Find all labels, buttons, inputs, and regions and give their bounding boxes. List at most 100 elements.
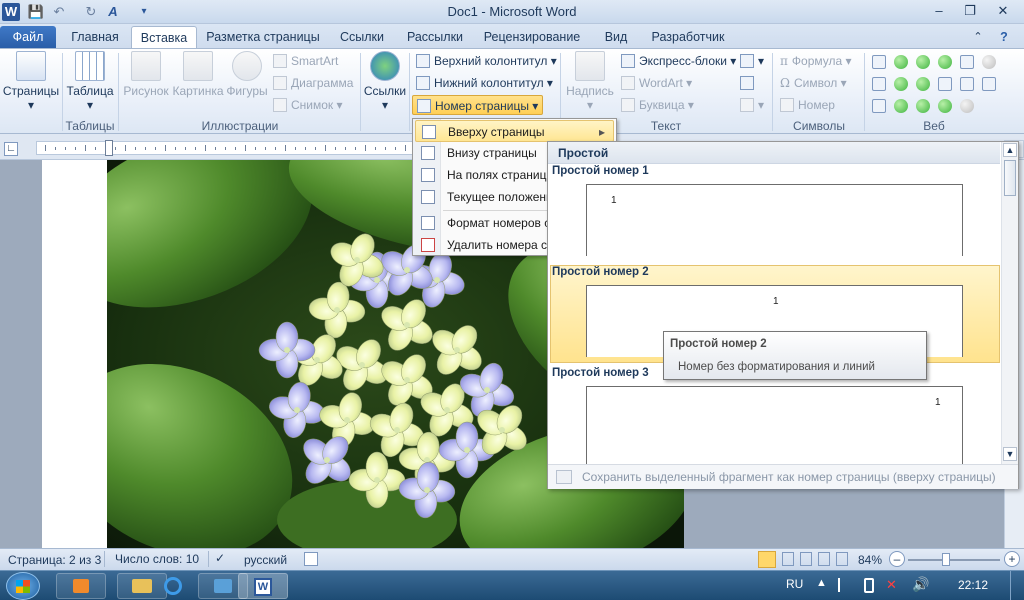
- zoom-out-button[interactable]: –: [889, 551, 905, 567]
- battery-icon[interactable]: [864, 578, 874, 593]
- screenshot-button[interactable]: Снимок ▾: [273, 95, 343, 115]
- quickparts-button[interactable]: Экспресс-блоки ▾: [621, 51, 736, 71]
- close-button[interactable]: ✕: [990, 2, 1016, 20]
- group-separator: [62, 53, 63, 131]
- zoom-in-button[interactable]: +: [1004, 551, 1020, 567]
- indent-marker[interactable]: [105, 140, 113, 156]
- ie-taskbar-icon[interactable]: [148, 573, 198, 599]
- show-hidden-icons[interactable]: ▲: [816, 577, 827, 589]
- header-button[interactable]: Верхний колонтитул ▾: [416, 51, 557, 71]
- tab-mailings[interactable]: Рассылки: [400, 26, 470, 48]
- pages-button[interactable]: Страницы ▾: [2, 51, 60, 112]
- page-number-icon: [417, 99, 431, 113]
- ruler-tick: [325, 145, 326, 151]
- print-layout-icon[interactable]: [758, 551, 776, 568]
- signature-line-icon[interactable]: ▾: [740, 51, 764, 71]
- media-player-taskbar-icon[interactable]: [56, 573, 106, 599]
- minimize-button[interactable]: –: [926, 2, 952, 20]
- web-control-icon[interactable]: [894, 99, 908, 113]
- web-control-icon[interactable]: [938, 55, 952, 69]
- scroll-thumb[interactable]: [1004, 160, 1016, 196]
- hash-icon: [780, 98, 794, 112]
- zoom-level[interactable]: 84%: [858, 553, 882, 567]
- web-control-icon[interactable]: [960, 55, 974, 69]
- network-status-icon[interactable]: ✕: [886, 577, 897, 593]
- web-control-icon[interactable]: [894, 77, 908, 91]
- help-icon[interactable]: ?: [994, 26, 1014, 48]
- datetime-icon[interactable]: [740, 73, 758, 93]
- zoom-slider[interactable]: [908, 559, 1000, 561]
- menu-item-label: Текущее положение: [447, 190, 560, 204]
- page-count-status[interactable]: Страница: 2 из 3: [8, 553, 101, 567]
- draft-icon[interactable]: [836, 552, 848, 566]
- gallery-item-plain-number-3[interactable]: 1: [586, 386, 963, 464]
- floret-center: [394, 427, 400, 433]
- web-control-icon[interactable]: [982, 77, 996, 91]
- picture-button[interactable]: Рисунок: [122, 51, 170, 98]
- web-control-icon[interactable]: [872, 99, 886, 113]
- textbox-button[interactable]: Надпись ▾: [564, 51, 616, 112]
- tab-view[interactable]: Вид: [596, 26, 636, 48]
- tab-references[interactable]: Ссылки: [334, 26, 390, 48]
- web-control-icon[interactable]: [872, 55, 886, 69]
- smartart-button[interactable]: SmartArt: [273, 51, 338, 71]
- links-button[interactable]: Ссылки ▾: [363, 51, 407, 112]
- tab-selector-icon[interactable]: ∟: [4, 142, 18, 156]
- language-status[interactable]: русский: [244, 553, 287, 567]
- volume-icon[interactable]: 🔊: [912, 576, 929, 593]
- macro-icon[interactable]: [304, 552, 318, 566]
- table-icon: [75, 51, 105, 81]
- flag-icon[interactable]: [838, 578, 850, 592]
- equation-button[interactable]: π Формула ▾: [780, 51, 852, 71]
- scroll-up-icon[interactable]: ▲: [1003, 143, 1017, 157]
- web-layout-icon[interactable]: [800, 552, 812, 566]
- tab-home[interactable]: Главная: [62, 26, 128, 48]
- table-button[interactable]: Таблица ▾: [64, 51, 116, 112]
- word-count-status[interactable]: Число слов: 10: [104, 551, 199, 567]
- menu-item-top-of-page[interactable]: Вверху страницы ▸: [415, 120, 614, 142]
- shapes-button[interactable]: Фигуры: [226, 51, 268, 98]
- web-control-icon[interactable]: [982, 55, 996, 69]
- clock[interactable]: 22:12: [958, 578, 988, 592]
- web-control-icon[interactable]: [938, 99, 952, 113]
- web-control-icon[interactable]: [916, 55, 930, 69]
- gallery-scrollbar[interactable]: ▲ ▼: [1001, 142, 1018, 464]
- web-control-icon[interactable]: [894, 55, 908, 69]
- save-selection-to-gallery[interactable]: Сохранить выделенный фрагмент как номер …: [548, 464, 1018, 489]
- wordart-button[interactable]: WordArt ▾: [621, 73, 692, 93]
- dropcap-button[interactable]: Буквица ▾: [621, 95, 694, 115]
- page-number-button[interactable]: Номер страницы ▾: [412, 95, 544, 115]
- web-control-icon[interactable]: [960, 77, 974, 91]
- input-language[interactable]: RU: [786, 577, 803, 591]
- tab-insert[interactable]: Вставка: [131, 26, 197, 48]
- media-icon: [73, 579, 89, 593]
- tab-review[interactable]: Рецензирование: [478, 26, 586, 48]
- gallery-item-plain-number-1[interactable]: 1: [586, 184, 963, 256]
- start-button[interactable]: [6, 572, 40, 600]
- proofing-icon[interactable]: ✓: [208, 551, 226, 567]
- floret-center: [404, 322, 410, 328]
- footer-button[interactable]: Нижний колонтитул ▾: [416, 73, 553, 93]
- object-icon[interactable]: ▾: [740, 95, 764, 115]
- web-control-icon[interactable]: [872, 77, 886, 91]
- minimize-ribbon-icon[interactable]: ⌃: [968, 26, 988, 48]
- tab-developer[interactable]: Разработчик: [642, 26, 734, 48]
- symbol-button[interactable]: Ω Символ ▾: [780, 73, 847, 93]
- gallery-item-title: Простой номер 1: [552, 165, 649, 177]
- tab-file[interactable]: Файл: [0, 26, 56, 48]
- restore-button[interactable]: ❐: [957, 2, 983, 20]
- zoom-slider-thumb[interactable]: [942, 553, 950, 566]
- full-screen-reading-icon[interactable]: [782, 552, 794, 566]
- web-control-icon[interactable]: [938, 77, 952, 91]
- scroll-down-icon[interactable]: ▼: [1003, 447, 1017, 461]
- word-taskbar-icon[interactable]: W: [238, 573, 288, 599]
- show-desktop-button[interactable]: [1010, 571, 1024, 600]
- clipart-button[interactable]: Картинка: [172, 51, 224, 98]
- chart-button[interactable]: Диаграмма: [273, 73, 353, 93]
- number-button[interactable]: Номер: [780, 95, 835, 115]
- web-control-icon[interactable]: [960, 99, 974, 113]
- tab-page-layout[interactable]: Разметка страницы: [201, 26, 325, 48]
- outline-icon[interactable]: [818, 552, 830, 566]
- web-control-icon[interactable]: [916, 99, 930, 113]
- web-control-icon[interactable]: [916, 77, 930, 91]
